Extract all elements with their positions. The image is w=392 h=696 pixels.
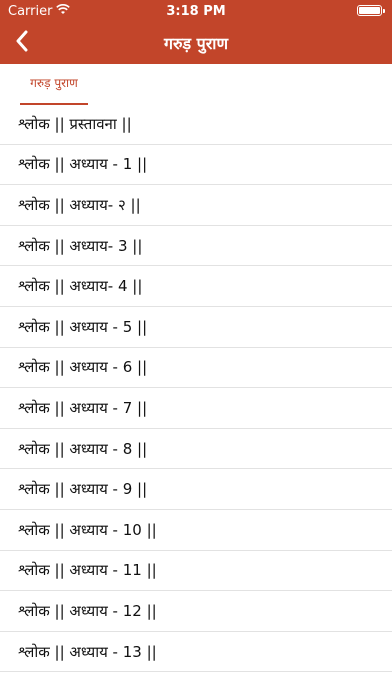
list-item-label: श्लोक || अध्याय - 12 || [18, 601, 157, 620]
list-item[interactable]: श्लोक || अध्याय - 10 || [0, 510, 392, 551]
list-item-label: श्लोक || अध्याय - 7 || [18, 398, 148, 417]
shlok-list: श्लोक || प्रस्तावना || श्लोक || अध्याय -… [0, 104, 392, 673]
tab-bar: गरुड़ पुराण [0, 64, 392, 105]
list-item[interactable]: श्लोक || प्रस्तावना || [0, 104, 392, 145]
list-item[interactable]: श्लोक || अध्याय - 6 || [0, 348, 392, 389]
status-time: 3:18 PM [166, 4, 226, 19]
list-item-label: श्लोक || अध्याय - 11 || [18, 561, 157, 580]
list-item[interactable]: श्लोक || अध्याय - 9 || [0, 469, 392, 510]
list-item-label: श्लोक || अध्याय- २ || [18, 195, 141, 214]
list-item-label: श्लोक || अध्याय- 3 || [18, 236, 143, 255]
status-bar: Carrier 3:18 PM [0, 0, 392, 22]
list-item-label: श्लोक || अध्याय - 6 || [18, 358, 148, 377]
list-item[interactable]: श्लोक || अध्याय - 1 || [0, 145, 392, 186]
list-item-label: श्लोक || अध्याय - 8 || [18, 439, 148, 458]
page-title: गरुड़ पुराण [163, 34, 229, 53]
list-item[interactable]: श्लोक || अध्याय- 3 || [0, 226, 392, 267]
list-item[interactable]: श्लोक || अध्याय - 13 || [0, 632, 392, 673]
list-item-label: श्लोक || अध्याय - 1 || [18, 155, 148, 174]
list-item[interactable]: श्लोक || अध्याय - 12 || [0, 591, 392, 632]
list-item[interactable]: श्लोक || अध्याय- 4 || [0, 266, 392, 307]
tab-garud-puran[interactable]: गरुड़ पुराण [20, 74, 88, 105]
list-item-label: श्लोक || अध्याय- 4 || [18, 277, 143, 296]
list-item[interactable]: श्लोक || अध्याय - 7 || [0, 388, 392, 429]
top-bar: Carrier 3:18 PM गरुड़ पुराण [0, 0, 392, 64]
list-item-label: श्लोक || अध्याय - 9 || [18, 480, 148, 499]
battery-icon [357, 5, 385, 16]
navigation-bar: गरुड़ पुराण [0, 22, 392, 64]
list-item[interactable]: श्लोक || अध्याय - 5 || [0, 307, 392, 348]
list-item[interactable]: श्लोक || अध्याय - 8 || [0, 429, 392, 470]
list-item-label: श्लोक || प्रस्तावना || [18, 114, 132, 133]
list-item-label: श्लोक || अध्याय - 5 || [18, 317, 148, 336]
list-item[interactable]: श्लोक || अध्याय- २ || [0, 185, 392, 226]
list-item-label: श्लोक || अध्याय - 10 || [18, 520, 157, 539]
list-item-label: श्लोक || अध्याय - 13 || [18, 642, 157, 661]
list-item[interactable]: श्लोक || अध्याय - 11 || [0, 551, 392, 592]
